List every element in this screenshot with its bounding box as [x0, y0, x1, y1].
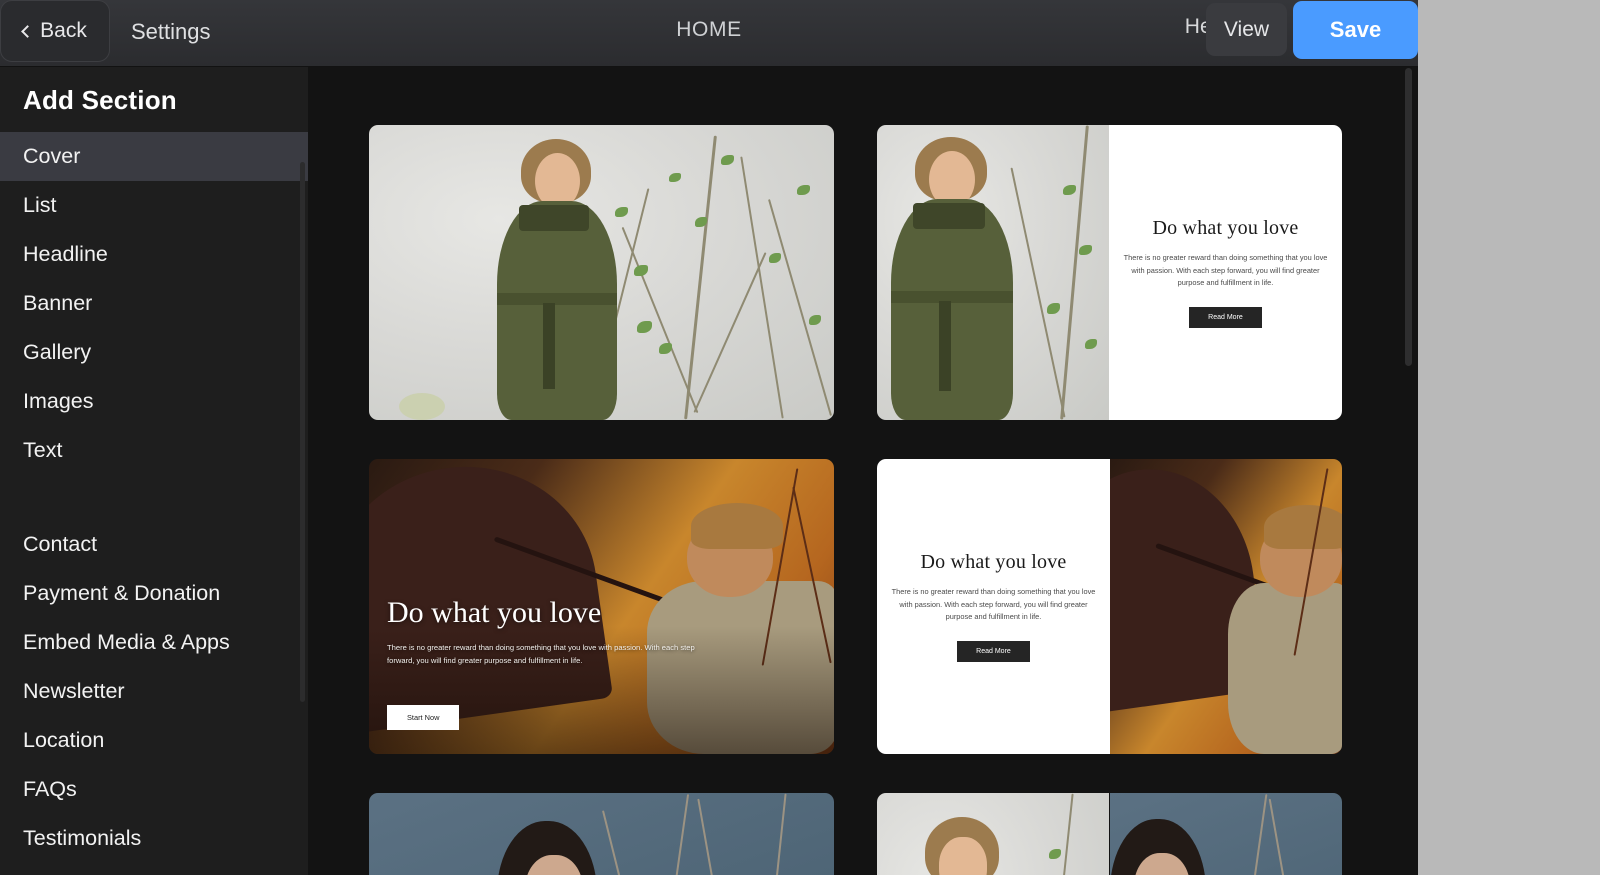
template-overlay-text: Do what you love There is no greater rew… [387, 596, 717, 668]
view-button[interactable]: View [1206, 3, 1287, 56]
template-preview-image-left [877, 793, 1109, 875]
sidebar-item-banner[interactable]: Banner [0, 279, 308, 328]
template-card-cover-full-image-gray[interactable] [369, 125, 834, 420]
sidebar-item-list[interactable]: List [0, 181, 308, 230]
read-more-button[interactable]: Read More [957, 641, 1030, 663]
sidebar-item-testimonials[interactable]: Testimonials [0, 814, 308, 863]
sidebar-item-headline[interactable]: Headline [0, 230, 308, 279]
template-grid: Do what you love There is no greater rew… [308, 67, 1418, 875]
save-button[interactable]: Save [1293, 1, 1418, 59]
read-more-button[interactable]: Read More [1189, 307, 1262, 329]
sidebar-item-label: Contact [23, 532, 98, 556]
template-text-panel: Do what you love There is no greater rew… [1109, 125, 1342, 420]
sidebar-item-location[interactable]: Location [0, 716, 308, 765]
template-text-panel: Do what you love There is no greater rew… [877, 459, 1110, 754]
modal-header: Back Settings HOME Help View Save [0, 0, 1418, 67]
sidebar-item-label: Newsletter [23, 679, 125, 703]
template-card-cover-split-image-blue[interactable] [877, 793, 1342, 875]
sidebar-scrollbar[interactable] [300, 162, 305, 702]
template-heading: Do what you love [920, 550, 1067, 573]
template-body: There is no greater reward than doing so… [891, 586, 1096, 622]
sidebar-item-payment-donation[interactable]: Payment & Donation [0, 569, 308, 618]
sidebar-item-label: Headline [23, 242, 108, 266]
sidebar-item-embed-media-apps[interactable]: Embed Media & Apps [0, 618, 308, 667]
sidebar-item-label: List [23, 193, 57, 217]
sidebar-item-label: Embed Media & Apps [23, 630, 230, 654]
template-preview-image [369, 793, 834, 875]
sidebar-title: Add Section [23, 85, 177, 115]
sidebar-group-divider [0, 475, 308, 520]
sidebar-item-label: Payment & Donation [23, 581, 221, 605]
template-card-cover-split-panel-left[interactable]: Do what you love There is no greater rew… [877, 459, 1342, 754]
template-preview-image-right [1110, 793, 1342, 875]
sidebar-item-label: Cover [23, 144, 81, 168]
template-card-cover-overlay-amber[interactable]: Do what you love There is no greater rew… [369, 459, 834, 754]
template-body: There is no greater reward than doing so… [1123, 252, 1328, 288]
template-card-cover-split-image-left[interactable]: Do what you love There is no greater rew… [877, 125, 1342, 420]
template-heading: Do what you love [387, 595, 602, 629]
sidebar-item-label: Location [23, 728, 105, 752]
sidebar-item-label: Gallery [23, 340, 92, 364]
sidebar-item-images[interactable]: Images [0, 377, 308, 426]
sidebar-item-label: Testimonials [23, 826, 142, 850]
sidebar-item-contact[interactable]: Contact [0, 520, 308, 569]
sidebar-item-cover[interactable]: Cover [0, 132, 308, 181]
sidebar-item-label: Images [23, 389, 94, 413]
sidebar-item-newsletter[interactable]: Newsletter [0, 667, 308, 716]
template-card-cover-full-image-blue[interactable] [369, 793, 834, 875]
background-page [1418, 0, 1600, 875]
start-now-button[interactable]: Start Now [387, 705, 460, 730]
template-preview-image [1038, 459, 1342, 754]
template-preview-image [877, 125, 1109, 420]
canvas-scrollbar[interactable] [1405, 68, 1412, 366]
sidebar-item-label: Text [23, 438, 63, 462]
sidebar-item-gallery[interactable]: Gallery [0, 328, 308, 377]
sidebar-item-text[interactable]: Text [0, 426, 308, 475]
sidebar-item-faqs[interactable]: FAQs [0, 765, 308, 814]
template-heading: Do what you love [1152, 216, 1299, 239]
template-body: There is no greater reward than doing so… [387, 642, 695, 666]
template-preview-image [369, 125, 834, 420]
sidebar-item-label: Banner [23, 291, 93, 315]
sidebar-item-label: FAQs [23, 777, 77, 801]
add-section-modal: Back Settings HOME Help View Save Add Se… [0, 0, 1418, 875]
sidebar: Add Section Cover List Headline Banner G… [0, 67, 308, 875]
app-root: Back Settings HOME Help View Save Add Se… [0, 0, 1600, 875]
